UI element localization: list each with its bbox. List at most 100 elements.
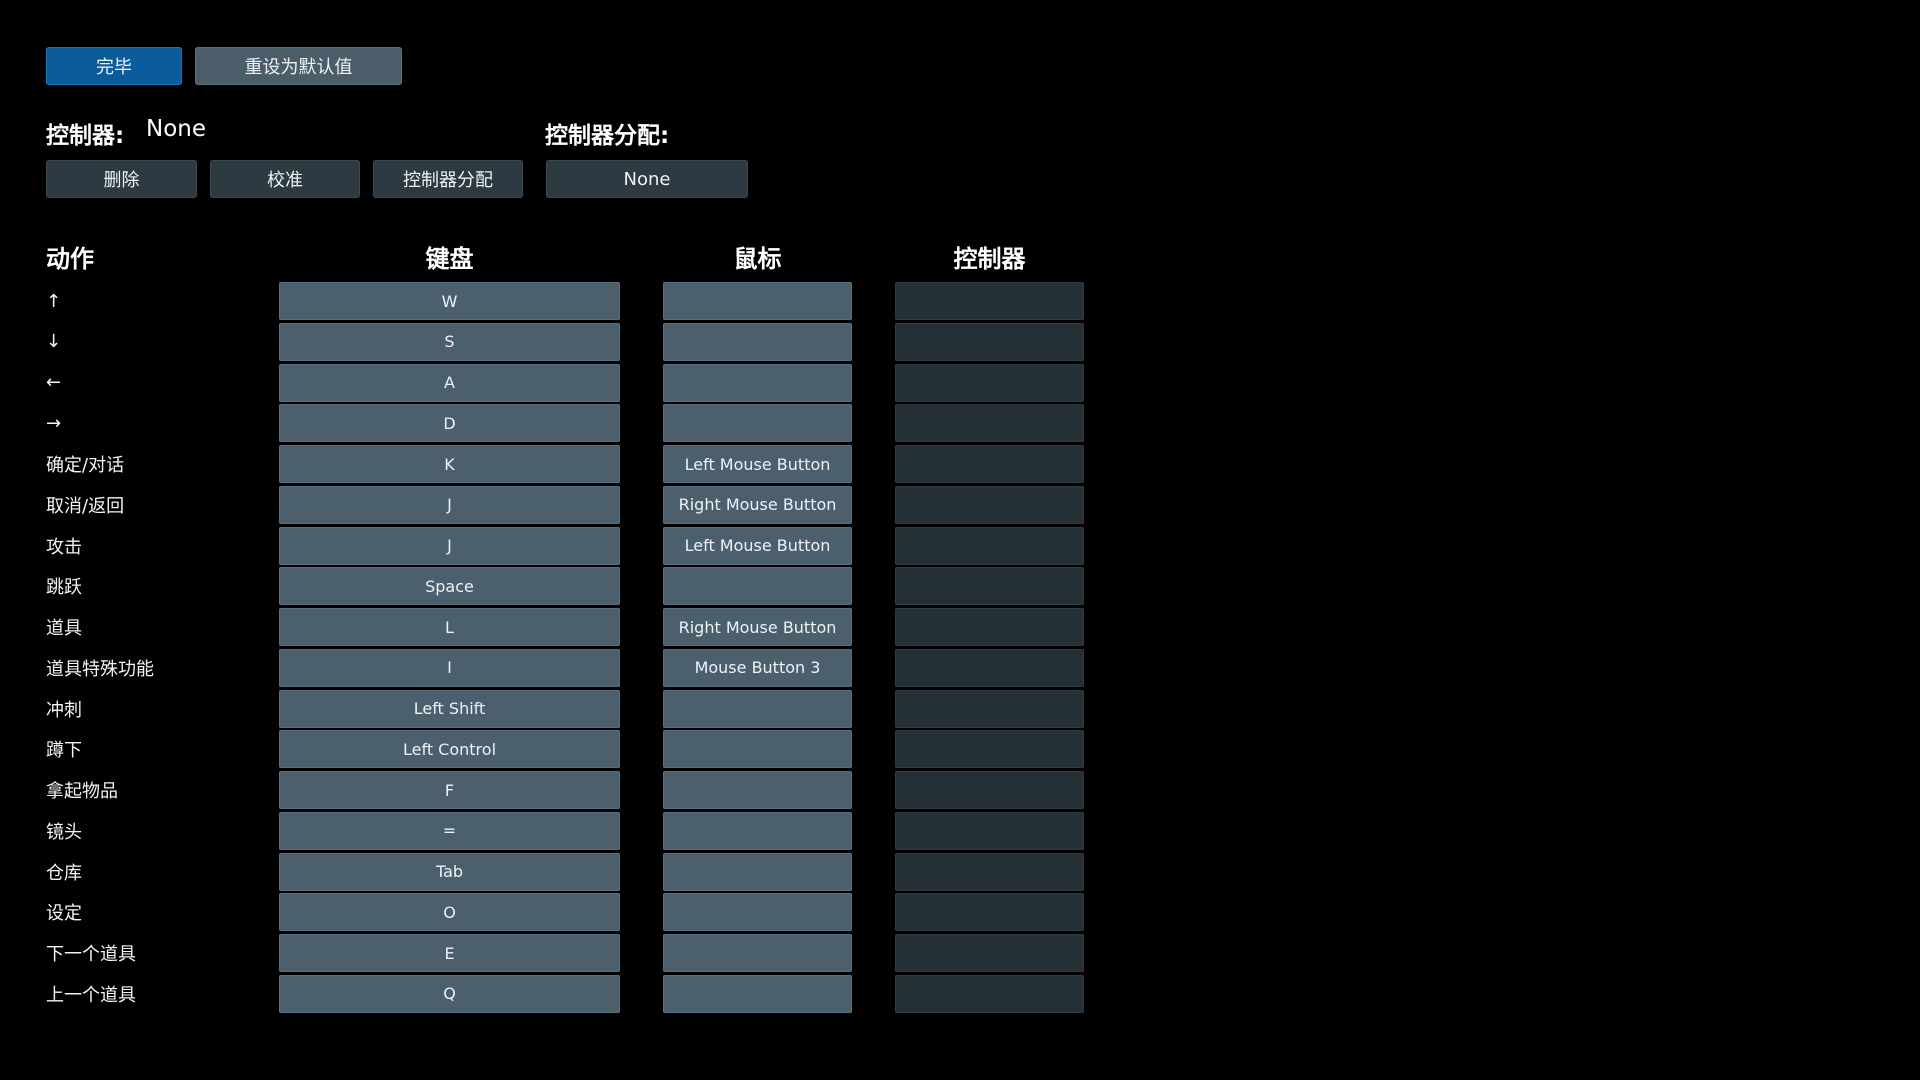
- delete-button[interactable]: 删除: [46, 160, 197, 198]
- controller-binding-button[interactable]: [895, 282, 1084, 320]
- action-label: 拿起物品: [46, 781, 118, 802]
- keyboard-binding-button[interactable]: S: [279, 322, 620, 361]
- keyboard-binding-button[interactable]: J: [279, 526, 620, 565]
- mouse-binding-button[interactable]: [663, 934, 852, 972]
- binding-row: 下一个道具 E: [0, 934, 1920, 975]
- binding-row: → D: [0, 404, 1920, 445]
- keyboard-binding-button[interactable]: L: [279, 608, 620, 646]
- calibrate-button[interactable]: 校准: [210, 160, 360, 198]
- binding-row: 设定 O: [0, 893, 1920, 934]
- controller-binding-button[interactable]: [895, 404, 1084, 443]
- binding-row: 攻击 J Left Mouse Button: [0, 526, 1920, 568]
- binding-row: ↓ S: [0, 322, 1920, 364]
- controller-binding-button[interactable]: [895, 689, 1084, 728]
- mouse-binding-button[interactable]: [663, 811, 852, 850]
- mouse-binding-button[interactable]: [663, 893, 852, 932]
- controller-binding-button[interactable]: [895, 974, 1084, 1013]
- binding-row: 镜头 =: [0, 811, 1920, 853]
- controller-binding-button[interactable]: [895, 893, 1084, 932]
- mouse-binding-button[interactable]: Left Mouse Button: [663, 445, 852, 483]
- mouse-binding-button[interactable]: [663, 322, 852, 361]
- action-column-header: 动作: [46, 244, 94, 273]
- binding-list: ↑ W ↓ S ← A → D 确定/对话 K Left Mouse Button 取消/返回 J Rig…: [0, 282, 1920, 1016]
- action-label: 跳跃: [46, 577, 82, 599]
- keyboard-column-header: 键盘: [425, 244, 474, 273]
- done-button[interactable]: 完毕: [46, 47, 182, 85]
- controller-column-header: 控制器: [953, 244, 1026, 273]
- controller-binding-button[interactable]: [895, 445, 1084, 483]
- mouse-binding-button[interactable]: [663, 730, 852, 769]
- mouse-binding-button[interactable]: [663, 404, 852, 443]
- keyboard-binding-button[interactable]: F: [279, 771, 620, 809]
- action-label: 下一个道具: [46, 944, 136, 965]
- controller-value: None: [146, 116, 207, 142]
- binding-row: 仓库 Tab: [0, 852, 1920, 894]
- controller-binding-button[interactable]: [895, 485, 1084, 524]
- mouse-binding-button[interactable]: Right Mouse Button: [663, 485, 852, 524]
- action-label: 上一个道具: [46, 984, 136, 1006]
- reset-defaults-button[interactable]: 重设为默认值: [195, 47, 402, 85]
- controller-binding-button[interactable]: [895, 852, 1084, 891]
- binding-row: ← A: [0, 363, 1920, 405]
- binding-row: ↑ W: [0, 282, 1920, 323]
- action-label: 道具: [46, 618, 82, 639]
- mouse-binding-button[interactable]: [663, 282, 852, 320]
- action-label: ↑: [46, 290, 62, 312]
- controller-binding-button[interactable]: [895, 730, 1084, 769]
- mouse-binding-button[interactable]: [663, 363, 852, 402]
- controller-binding-button[interactable]: [895, 608, 1084, 646]
- keyboard-binding-button[interactable]: Tab: [279, 852, 620, 891]
- action-label: 设定: [46, 903, 82, 925]
- keyboard-binding-button[interactable]: K: [279, 445, 620, 483]
- mouse-binding-button[interactable]: [663, 567, 852, 606]
- mouse-binding-button[interactable]: [663, 852, 852, 891]
- mouse-binding-button[interactable]: Right Mouse Button: [663, 608, 852, 646]
- controller-binding-button[interactable]: [895, 322, 1084, 361]
- mouse-column-header: 鼠标: [733, 244, 782, 273]
- keyboard-binding-button[interactable]: Space: [279, 567, 620, 606]
- binding-row: 蹲下 Left Control: [0, 730, 1920, 771]
- keyboard-binding-button[interactable]: J: [279, 485, 620, 524]
- action-label: 取消/返回: [46, 495, 125, 517]
- action-label: 攻击: [46, 536, 82, 558]
- action-label: 冲刺: [46, 699, 82, 721]
- mouse-binding-button[interactable]: Left Mouse Button: [663, 526, 852, 565]
- mouse-binding-button[interactable]: [663, 771, 852, 809]
- binding-row: 确定/对话 K Left Mouse Button: [0, 445, 1920, 486]
- binding-row: 道具特殊功能 I Mouse Button 3: [0, 648, 1920, 690]
- keyboard-binding-button[interactable]: Left Shift: [279, 689, 620, 728]
- mouse-binding-button[interactable]: [663, 974, 852, 1013]
- mouse-binding-button[interactable]: Mouse Button 3: [663, 648, 852, 687]
- controller-binding-button[interactable]: [895, 771, 1084, 809]
- binding-row: 上一个道具 Q: [0, 974, 1920, 1016]
- key-bindings-screen: 完毕 重设为默认值 控制器: None 控制器分配: 删除 校准 控制器分配 N…: [0, 0, 1920, 1080]
- controller-binding-button[interactable]: [895, 567, 1084, 606]
- keyboard-binding-button[interactable]: O: [279, 893, 620, 932]
- action-label: 仓库: [46, 862, 82, 884]
- keyboard-binding-button[interactable]: W: [279, 282, 620, 320]
- controller-binding-button[interactable]: [895, 363, 1084, 402]
- action-label: →: [46, 412, 62, 434]
- keyboard-binding-button[interactable]: Q: [279, 974, 620, 1013]
- controller-label: 控制器:: [46, 123, 125, 149]
- controller-binding-button[interactable]: [895, 648, 1084, 687]
- action-label: 确定/对话: [46, 455, 125, 476]
- controller-binding-button[interactable]: [895, 526, 1084, 565]
- action-label: ↓: [46, 331, 62, 353]
- keyboard-binding-button[interactable]: I: [279, 648, 620, 687]
- binding-row: 拿起物品 F: [0, 771, 1920, 812]
- controller-assign-button[interactable]: 控制器分配: [373, 160, 523, 198]
- mouse-binding-button[interactable]: [663, 689, 852, 728]
- binding-row: 跳跃 Space: [0, 567, 1920, 608]
- action-label: 蹲下: [46, 740, 82, 762]
- keyboard-binding-button[interactable]: =: [279, 811, 620, 850]
- controller-assignment-select[interactable]: None: [546, 160, 748, 198]
- action-label: 道具特殊功能: [46, 658, 154, 680]
- keyboard-binding-button[interactable]: A: [279, 363, 620, 402]
- controller-binding-button[interactable]: [895, 811, 1084, 850]
- controller-binding-button[interactable]: [895, 934, 1084, 972]
- binding-row: 道具 L Right Mouse Button: [0, 608, 1920, 649]
- keyboard-binding-button[interactable]: Left Control: [279, 730, 620, 769]
- keyboard-binding-button[interactable]: E: [279, 934, 620, 972]
- keyboard-binding-button[interactable]: D: [279, 404, 620, 443]
